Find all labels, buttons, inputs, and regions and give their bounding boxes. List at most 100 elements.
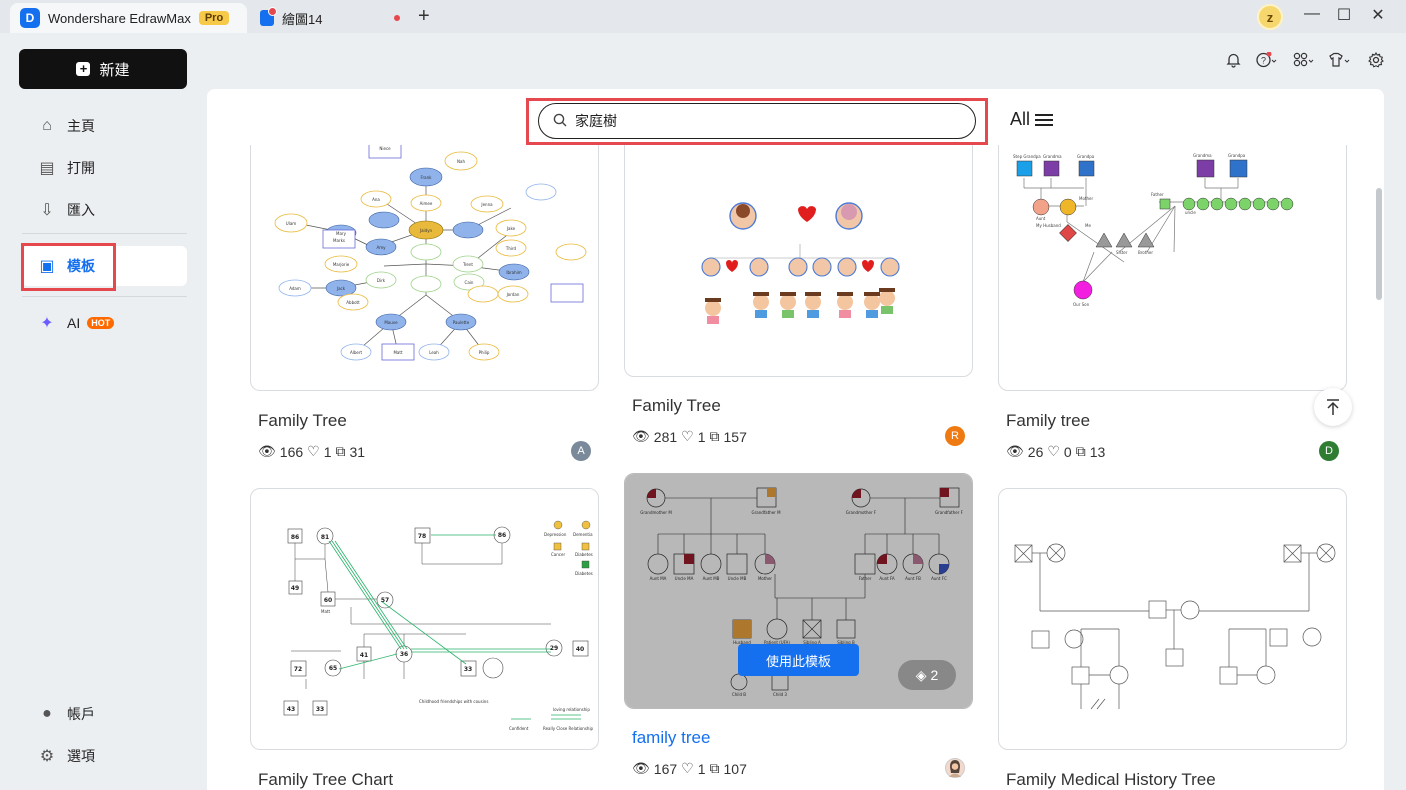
template-thumbnail[interactable]	[998, 488, 1347, 750]
template-title[interactable]: family tree	[632, 728, 710, 748]
shirt-icon[interactable]	[1329, 52, 1351, 72]
sidebar-item-label: 匯入	[67, 202, 95, 218]
template-thumbnail[interactable]: Niece Nah Frank Ulam Mary Ana Jenna Jake…	[250, 111, 599, 391]
diagram-label: Grandma	[1043, 154, 1062, 159]
sidebar-divider	[22, 233, 187, 234]
bell-icon[interactable]	[1226, 52, 1241, 72]
highlight-annotation	[21, 243, 116, 291]
user-avatar[interactable]: z	[1257, 4, 1283, 30]
page-count: 2	[930, 667, 939, 683]
template-title[interactable]: Family Tree	[632, 396, 721, 416]
edrawmax-logo-icon: D	[20, 8, 40, 28]
diagram-label: Cain	[465, 280, 474, 285]
template-title[interactable]: Family Tree Chart	[258, 770, 393, 790]
svg-text:36: 36	[400, 651, 408, 658]
sidebar-item-label: 帳戶	[67, 706, 95, 722]
family-tree-chart-diagram: 86 81 49 60 57 78 86 72 65 41 36 33 29 40 43 33 Depr…	[283, 520, 594, 731]
family-tree-avatars-diagram	[701, 202, 900, 324]
sidebar-item-account[interactable]: ● 帳戶	[38, 700, 95, 728]
sidebar-item-options[interactable]: ⚙ 選項	[38, 742, 95, 770]
diagram-label: Me	[1085, 223, 1091, 228]
template-thumbnail[interactable]: Step Grandpa Grandma Grandpa Grandma Gra…	[998, 111, 1347, 391]
sidebar-item-home[interactable]: ⌂ 主頁	[38, 112, 95, 140]
views-icon: 👁	[632, 428, 650, 444]
diagram-label: Marjorie	[333, 262, 350, 267]
minimize-button[interactable]: —	[1300, 5, 1324, 23]
diagram-label: Jack	[336, 286, 346, 291]
diagram-label: Ulam	[286, 221, 296, 226]
template-thumbnail[interactable]	[624, 111, 973, 377]
diagram-label: Grandpa	[1228, 153, 1246, 158]
diagram-label: Dementia	[573, 532, 593, 537]
like-icon[interactable]: ♡	[1047, 443, 1060, 460]
copy-icon: ⧉	[1075, 443, 1086, 459]
copy-icon: ⧉	[709, 760, 720, 776]
author-avatar[interactable]: D	[1319, 441, 1339, 461]
help-icon[interactable]: ?	[1256, 51, 1278, 72]
like-icon[interactable]: ♡	[681, 760, 694, 777]
template-stats: 👁 26 ♡ 0 ⧉ 13	[1006, 443, 1105, 460]
template-title[interactable]: Family Tree	[258, 411, 347, 431]
scrollbar[interactable]	[1376, 188, 1382, 300]
sidebar-item-import[interactable]: ⇩ 匯入	[38, 196, 95, 224]
likes-count: 1	[697, 428, 706, 445]
svg-text:49: 49	[291, 585, 299, 592]
svg-text:41: 41	[360, 652, 368, 659]
maximize-button[interactable]: ☐	[1332, 5, 1356, 25]
new-tab-button[interactable]: +	[418, 5, 430, 28]
diagram-label: Matt	[393, 350, 402, 355]
template-thumbnail[interactable]: Grandmother M Grandfather M Grandmother …	[624, 473, 973, 709]
diagram-label: Trent	[462, 262, 473, 267]
diagram-label: Ibrahim	[506, 270, 521, 275]
diagram-label: Jenna	[480, 202, 493, 207]
document-tab-title: 繪圖14	[282, 11, 323, 27]
copies-count: 157	[723, 428, 747, 445]
genogram-diagram: Step Grandpa Grandma Grandpa Grandma Gra…	[1013, 153, 1294, 307]
author-avatar[interactable]: A	[571, 441, 591, 461]
gear-icon[interactable]	[1368, 51, 1384, 72]
page-count-badge: ◈ 2	[898, 660, 956, 690]
like-icon[interactable]: ♡	[307, 443, 320, 460]
template-title[interactable]: Family tree	[1006, 411, 1090, 431]
like-icon[interactable]: ♡	[681, 428, 694, 445]
diagram-label: Grandma	[1193, 153, 1212, 158]
diagram-label: Marks	[333, 238, 345, 243]
document-icon	[260, 7, 277, 26]
views-icon: 👁	[632, 760, 650, 776]
diagram-label: Confident	[509, 726, 529, 731]
svg-text:?: ?	[1261, 56, 1266, 66]
sidebar-item-open[interactable]: ▤ 打開	[38, 154, 95, 182]
new-button[interactable]: + 新建	[19, 49, 187, 89]
ai-sparkle-icon: ✦	[40, 315, 54, 332]
back-to-top-button[interactable]	[1314, 388, 1352, 426]
settings-icon: ⚙	[39, 748, 55, 765]
filter-all-button[interactable]: All	[1010, 109, 1054, 130]
diagram-label: Dirk	[377, 278, 386, 283]
diagram-label: Grandpa	[1077, 154, 1095, 159]
diagram-label: My Husband	[1036, 223, 1061, 228]
use-template-button[interactable]: 使用此模板	[738, 644, 859, 676]
plus-icon: +	[76, 62, 91, 76]
copy-icon: ⧉	[335, 443, 346, 459]
copies-count: 31	[349, 443, 366, 460]
tab-home[interactable]: D Wondershare EdrawMax Pro	[10, 3, 247, 33]
diagram-label: Amy	[377, 245, 387, 250]
template-thumbnail[interactable]: 86 81 49 60 57 78 86 72 65 41 36 33 29 40 43 33 Depr…	[250, 488, 599, 750]
diagram-label: Brother	[1138, 250, 1153, 255]
diagram-label: Abbott	[346, 300, 360, 305]
sidebar-item-ai[interactable]: ✦ AI HOT	[38, 309, 115, 337]
diagram-label: Cancer	[551, 552, 565, 557]
diagram-label: Albert	[350, 350, 362, 355]
tab-document[interactable]: 繪圖14	[258, 3, 408, 33]
diagram-label: Depression	[544, 532, 567, 537]
template-title[interactable]: Family Medical History Tree	[1006, 770, 1216, 790]
medical-history-tree-diagram	[1014, 543, 1336, 710]
apps-icon[interactable]	[1293, 52, 1315, 72]
author-avatar[interactable]: R	[945, 426, 965, 446]
filter-label: All	[1010, 109, 1031, 129]
author-avatar[interactable]	[945, 758, 965, 778]
account-icon: ●	[42, 705, 52, 722]
family-tree-mindmap-diagram: Niece Nah Frank Ulam Mary Ana Jenna Jake…	[274, 139, 587, 361]
close-button[interactable]: ✕	[1366, 5, 1390, 25]
copy-icon: ⧉	[709, 428, 720, 444]
